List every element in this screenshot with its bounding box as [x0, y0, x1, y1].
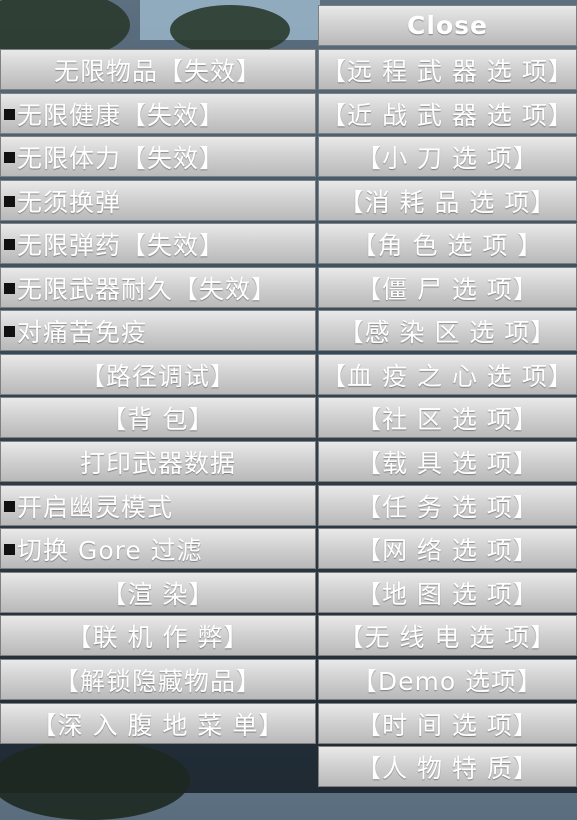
left-menu-item-label: 无限健康【失效】	[17, 100, 226, 130]
left-menu-item[interactable]: 对痛苦免疫	[0, 310, 316, 351]
toggle-indicator-icon	[4, 151, 15, 163]
right-menu-item-label: 【消 耗 品 选 项】	[338, 187, 557, 217]
left-menu-item-label: 【路径调试】	[79, 361, 236, 391]
right-menu-item-label: 【地 图 选 项】	[356, 579, 539, 609]
left-menu-item[interactable]: 无限武器耐久【失效】	[0, 267, 316, 308]
right-menu-item[interactable]: 【载 具 选 项】	[318, 441, 577, 482]
left-menu-item-label: 【解锁隐藏物品】	[53, 666, 262, 696]
left-menu-item[interactable]: 无限体力【失效】	[0, 136, 316, 177]
left-menu-item[interactable]: 打印武器数据	[0, 441, 316, 482]
right-menu-item[interactable]: 【角 色 选 项 】	[318, 223, 577, 264]
left-menu-item[interactable]: 【背 包】	[0, 397, 316, 438]
right-menu-item[interactable]: 【无 线 电 选 项】	[318, 615, 577, 656]
right-menu-item-label: 【小 刀 选 项】	[356, 143, 539, 173]
close-button-label: Close	[407, 11, 488, 40]
left-menu-item-label: 【背 包】	[101, 404, 215, 434]
left-menu-item-label: 无限弹药【失效】	[17, 230, 226, 260]
left-menu-item-label: 【联 机 作 弊】	[66, 622, 250, 652]
right-menu-item-label: 【人 物 特 质】	[356, 753, 539, 783]
left-menu-item-label: 切换 Gore 过滤	[17, 535, 203, 565]
right-menu-item[interactable]: 【时 间 选 项】	[318, 703, 577, 744]
left-menu-item-label: 打印武器数据	[79, 448, 236, 478]
right-menu-item-label: 【血 疫 之 心 选 项】	[321, 361, 574, 391]
left-menu-item[interactable]: 【解锁隐藏物品】	[0, 659, 316, 700]
left-menu-item[interactable]: 切换 Gore 过滤	[0, 528, 316, 569]
right-menu-item-label: 【近 战 武 器 选 项】	[321, 100, 574, 130]
left-menu-item-label: 无限武器耐久【失效】	[17, 274, 278, 304]
left-menu-item-label: 无限体力【失效】	[17, 143, 226, 173]
left-menu-item-label: 对痛苦免疫	[17, 317, 148, 347]
right-menu-item[interactable]: 【消 耗 品 选 项】	[318, 180, 577, 221]
right-menu-item-label: 【Demo 选项】	[351, 666, 544, 696]
left-menu-item-label: 【深 入 腹 地 菜 单】	[31, 710, 285, 740]
toggle-indicator-icon	[4, 238, 15, 250]
right-menu-item-label: 【载 具 选 项】	[356, 448, 539, 478]
right-menu-item[interactable]: 【感 染 区 选 项】	[318, 310, 577, 351]
toggle-indicator-icon	[4, 325, 15, 337]
close-button[interactable]: Close	[318, 5, 577, 46]
right-menu-item[interactable]: 【近 战 武 器 选 项】	[318, 93, 577, 134]
right-menu-item[interactable]: 【血 疫 之 心 选 项】	[318, 354, 577, 395]
right-menu-item-label: 【社 区 选 项】	[356, 404, 539, 434]
toggle-indicator-icon	[4, 195, 15, 207]
left-menu-item[interactable]: 【路径调试】	[0, 354, 316, 395]
left-menu-item-label: 【渲 染】	[101, 579, 215, 609]
right-menu-item[interactable]: 【社 区 选 项】	[318, 397, 577, 438]
left-menu-item[interactable]: 【深 入 腹 地 菜 单】	[0, 703, 316, 744]
left-menu-item[interactable]: 【渲 染】	[0, 572, 316, 613]
right-menu-item-label: 【僵 尸 选 项】	[356, 274, 539, 304]
right-menu-item-label: 【远 程 武 器 选 项】	[321, 56, 574, 86]
right-menu-item[interactable]: 【Demo 选项】	[318, 659, 577, 700]
toggle-indicator-icon	[4, 543, 15, 555]
left-menu-item-label: 无须换弹	[17, 187, 122, 217]
right-menu-item[interactable]: 【远 程 武 器 选 项】	[318, 49, 577, 90]
left-menu-item[interactable]: 无限弹药【失效】	[0, 223, 316, 264]
right-menu-item[interactable]: 【人 物 特 质】	[318, 746, 577, 787]
left-menu-item[interactable]: 无限健康【失效】	[0, 93, 316, 134]
right-menu-item-label: 【任 务 选 项】	[356, 492, 539, 522]
left-menu-item[interactable]: 无须换弹	[0, 180, 316, 221]
left-menu-item[interactable]: 开启幽灵模式	[0, 485, 316, 526]
right-menu-item[interactable]: 【僵 尸 选 项】	[318, 267, 577, 308]
right-menu-item[interactable]: 【任 务 选 项】	[318, 485, 577, 526]
toggle-indicator-icon	[4, 108, 15, 120]
left-menu-item[interactable]: 【联 机 作 弊】	[0, 615, 316, 656]
toggle-indicator-icon	[4, 282, 15, 294]
left-menu-item-label: 开启幽灵模式	[17, 492, 174, 522]
right-menu-item-label: 【无 线 电 选 项】	[338, 622, 557, 652]
right-menu-item[interactable]: 【地 图 选 项】	[318, 572, 577, 613]
right-menu-item-label: 【角 色 选 项 】	[351, 230, 544, 260]
right-menu-item[interactable]: 【网 络 选 项】	[318, 528, 577, 569]
left-menu-item-label: 无限物品【失效】	[53, 56, 262, 86]
right-menu-item-label: 【时 间 选 项】	[356, 710, 539, 740]
right-menu-item-label: 【感 染 区 选 项】	[338, 317, 557, 347]
toggle-indicator-icon	[4, 500, 15, 512]
right-menu-item[interactable]: 【小 刀 选 项】	[318, 136, 577, 177]
right-menu-item-label: 【网 络 选 项】	[356, 535, 539, 565]
left-menu-item[interactable]: 无限物品【失效】	[0, 49, 316, 90]
